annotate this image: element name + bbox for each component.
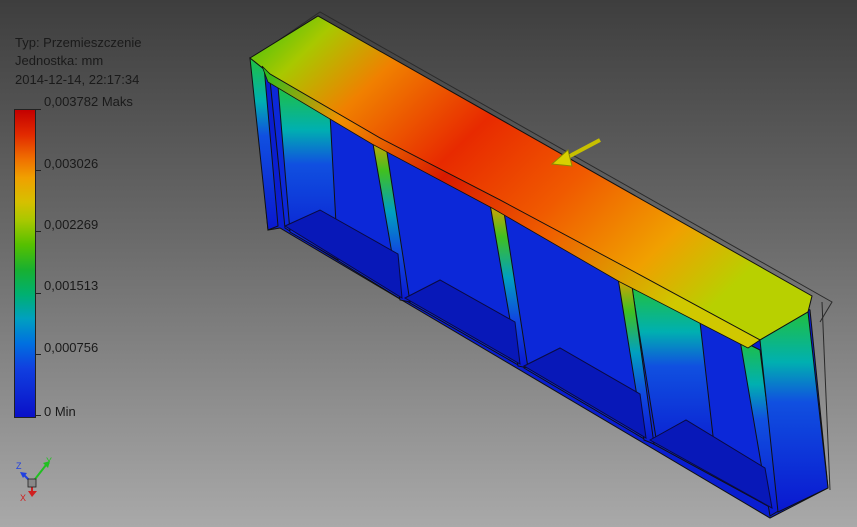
orientation-triad-icon[interactable]: Z Y X (10, 455, 60, 505)
model-viewport[interactable] (0, 0, 857, 527)
triad-z-label: Z (16, 461, 22, 471)
triad-y-label: Y (46, 456, 52, 466)
triad-x-label: X (20, 493, 26, 503)
